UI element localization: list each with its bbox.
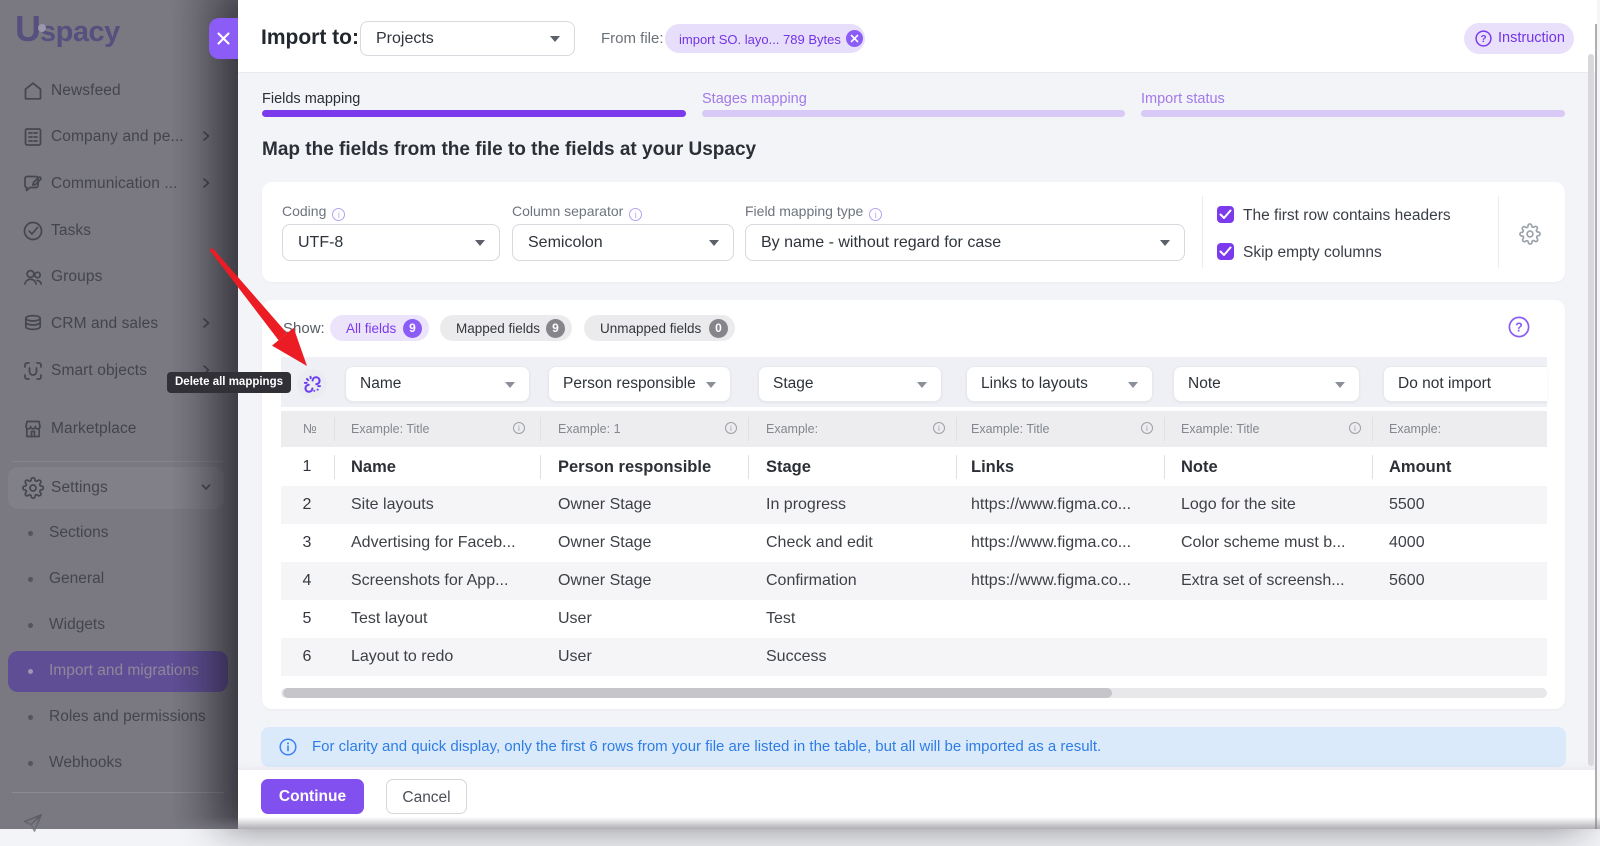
svg-text:?: ?: [1515, 320, 1523, 334]
svg-text:?: ?: [1480, 34, 1486, 45]
